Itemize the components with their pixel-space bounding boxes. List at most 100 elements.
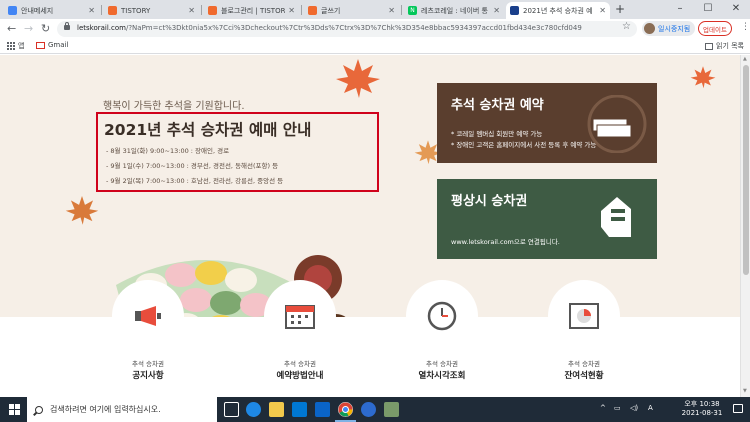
edge-icon[interactable] [246, 402, 261, 417]
tab-strip: 안내메세지 ✕ TISTORY ✕ 블로그관리 | TISTORY ✕ 글쓰기 … [0, 0, 750, 19]
page-scrollbar[interactable]: ▲ ▼ [740, 55, 750, 397]
clock-time: 오후 10:38 [684, 400, 720, 408]
promo-reserve[interactable]: 추석 승차권 예약 * 코레일 멤버십 회원만 예약 가능 * 장애인 고객은 … [437, 83, 657, 163]
calendar-icon [285, 305, 315, 329]
reading-list-label: 읽기 목록 [716, 42, 744, 50]
profile-button[interactable]: 일시중지됨 [642, 21, 696, 36]
tab-1[interactable]: TISTORY ✕ [104, 2, 199, 19]
more-menu-icon[interactable]: ⋮ [741, 22, 750, 32]
taskbar-search-placeholder: 검색하려면 여기에 입력하십시오. [50, 405, 161, 414]
network-icon[interactable]: ▭ [614, 404, 621, 412]
new-tab-button[interactable]: + [615, 2, 625, 16]
address-bar[interactable]: letskorail.com/?NaPm=ct%3Dkt0nia5x%7Cci%… [57, 21, 637, 37]
volume-icon[interactable]: ◁) [630, 404, 638, 412]
tab-divider [101, 5, 102, 15]
ie-icon[interactable] [361, 402, 376, 417]
apps-bookmark[interactable]: 앱 [7, 41, 24, 51]
promo-regular[interactable]: 평상시 승차권 www.letskorail.com으로 연결됩니다. [437, 179, 657, 259]
page-icon [8, 6, 17, 15]
notification-icon[interactable] [733, 404, 743, 413]
gmail-icon [36, 41, 45, 49]
maple-leaf-icon [336, 59, 380, 98]
maple-leaf-icon [690, 66, 716, 89]
tab-label: 블로그관리 | TISTORY [221, 6, 286, 15]
card-label: 열차시각조회 [418, 371, 466, 381]
pie-chart-icon [569, 303, 599, 329]
language-indicator[interactable]: A [648, 404, 653, 412]
chrome-logo-icon [338, 402, 353, 417]
tab-label: 레츠코레일 : 네이버 통 [421, 6, 488, 15]
gmail-label: Gmail [48, 41, 69, 49]
reading-list-button[interactable]: 읽기 목록 [705, 41, 744, 51]
url-host: letskorail.com [77, 24, 126, 32]
close-icon[interactable]: ✕ [599, 6, 606, 15]
reading-list-icon [705, 42, 713, 50]
promo-reserve-title: 추석 승차권 예약 [451, 98, 544, 113]
tab-5-active[interactable]: 2021년 추석 승차권 예 ✕ [506, 2, 610, 19]
clock-icon [427, 301, 457, 331]
tab-label: 안내메세지 [21, 6, 54, 15]
task-view-icon[interactable] [224, 402, 239, 417]
bookmark-star-icon[interactable]: ☆ [622, 21, 631, 32]
card-small-label: 추석 승차권 [426, 360, 458, 368]
tistory-icon [308, 6, 317, 15]
maximize-button[interactable]: ☐ [694, 0, 722, 19]
card-label: 잔여석현황 [564, 371, 604, 381]
bookmarks-bar: 앱 Gmail 읽기 목록 [0, 39, 750, 54]
update-button[interactable]: 업데이트 [698, 21, 732, 36]
store-icon[interactable] [292, 402, 307, 417]
taskbar-clock[interactable]: 오후 10:38 2021-08-31 [676, 400, 728, 418]
tickets-icon [587, 95, 647, 153]
taskbar-search[interactable]: 검색하려면 여기에 입력하십시오. [27, 397, 217, 422]
greeting-text: 행복이 가득한 추석을 기원합니다. [103, 101, 245, 112]
tistory-icon [208, 6, 217, 15]
forward-arrow-icon[interactable]: → [24, 22, 33, 35]
apps-label: 앱 [18, 42, 25, 50]
scroll-up-icon[interactable]: ▲ [743, 56, 747, 62]
naver-icon: N [408, 6, 417, 15]
avatar [644, 23, 655, 34]
windows-start-icon[interactable] [9, 404, 20, 415]
minimize-button[interactable]: – [666, 0, 694, 19]
card-small-label: 추석 승차권 [568, 360, 600, 368]
close-icon[interactable]: ✕ [88, 6, 95, 15]
korail-page: 행복이 가득한 추석을 기원합니다. 2021년 추석 승차권 예매 안내 - … [0, 55, 740, 397]
app-icon[interactable] [384, 402, 399, 417]
notice-line: - 9월 1일(수) 7:00~13:00 : 경부선, 경전선, 동해선(포항… [106, 162, 279, 170]
card-label: 공지사항 [132, 371, 164, 381]
maple-leaf-icon [65, 195, 99, 225]
tray-expand-icon[interactable]: ^ [600, 404, 606, 412]
promo-regular-subtitle: www.letskorail.com으로 연결됩니다. [451, 238, 560, 246]
tab-2[interactable]: 블로그관리 | TISTORY ✕ [204, 2, 299, 19]
tab-divider [401, 5, 402, 15]
close-window-button[interactable]: ✕ [722, 0, 750, 19]
clock-date: 2021-08-31 [681, 409, 723, 417]
card-small-label: 추석 승차권 [284, 360, 316, 368]
tab-4[interactable]: N 레츠코레일 : 네이버 통 ✕ [404, 2, 504, 19]
url-text: letskorail.com/?NaPm=ct%3Dkt0nia5x%7Cci%… [77, 24, 582, 32]
card-icon-circle [406, 280, 478, 352]
tab-divider [201, 5, 202, 15]
toolbar: ← → ↻ letskorail.com/?NaPm=ct%3Dkt0nia5x… [0, 19, 750, 39]
apps-grid-icon [7, 42, 15, 50]
chrome-icon[interactable] [335, 402, 356, 422]
close-icon[interactable]: ✕ [388, 6, 395, 15]
scrollbar-thumb[interactable] [743, 65, 749, 275]
file-explorer-icon[interactable] [269, 402, 284, 417]
notice-title: 2021년 추석 승차권 예매 안내 [104, 121, 312, 139]
reload-icon[interactable]: ↻ [41, 22, 50, 35]
profile-label: 일시중지됨 [658, 24, 691, 33]
gmail-bookmark[interactable]: Gmail [36, 41, 68, 49]
close-icon[interactable]: ✕ [493, 6, 500, 15]
mail-icon[interactable] [315, 402, 330, 417]
scroll-down-icon[interactable]: ▼ [743, 388, 747, 394]
tab-0[interactable]: 안내메세지 ✕ [4, 2, 99, 19]
megaphone-icon [135, 306, 161, 326]
lock-icon[interactable] [64, 22, 70, 30]
promo-reserve-line: * 코레일 멤버십 회원만 예약 가능 [451, 130, 543, 138]
tab-3[interactable]: 글쓰기 ✕ [304, 2, 399, 19]
tab-divider [301, 5, 302, 15]
close-icon[interactable]: ✕ [288, 6, 295, 15]
back-arrow-icon[interactable]: ← [7, 22, 16, 35]
close-icon[interactable]: ✕ [188, 6, 195, 15]
